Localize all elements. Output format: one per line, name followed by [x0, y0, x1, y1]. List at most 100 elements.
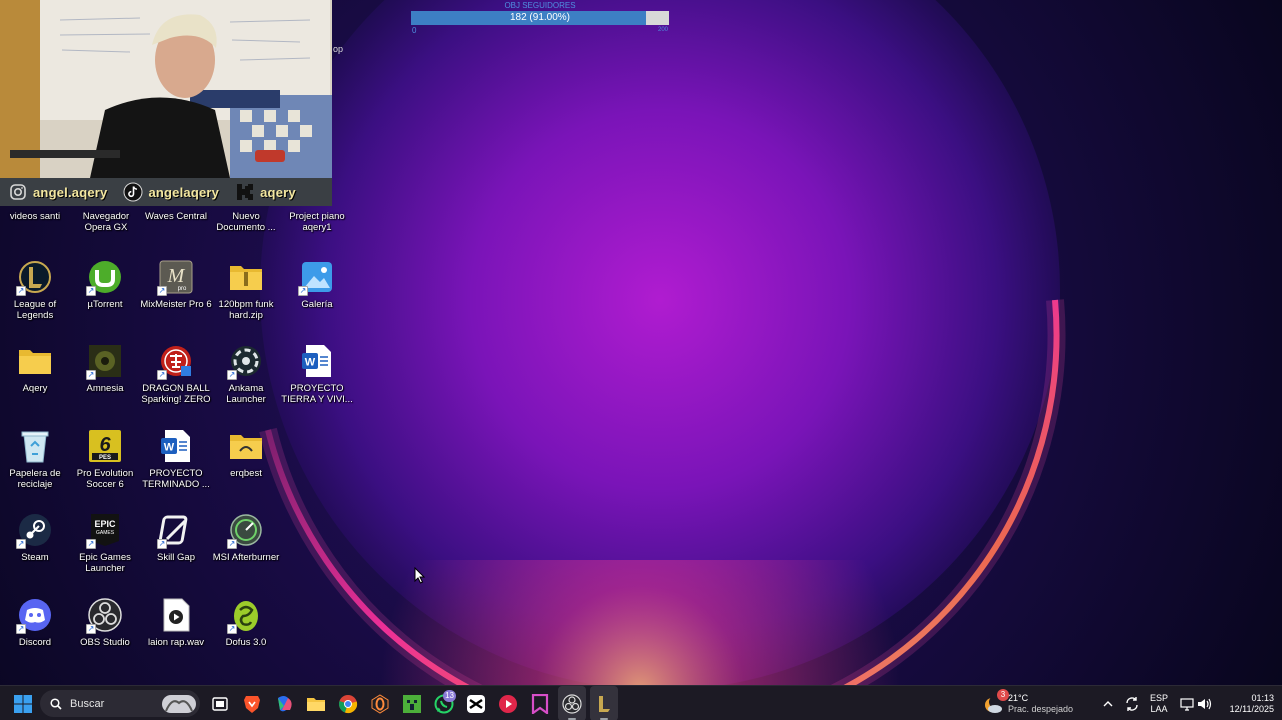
desktop-icon-videos-santi[interactable]: videos santi: [0, 211, 72, 222]
lang-primary: ESP: [1149, 692, 1168, 703]
kick-handle-text: aqery: [260, 184, 296, 200]
audio-file-icon: [158, 597, 194, 633]
task-view-icon: [212, 696, 228, 711]
weather-temp: 21°C: [1008, 692, 1029, 703]
desktop-icon-nuevo-documento[interactable]: Nuevo Documento ...: [209, 211, 283, 233]
brave-icon: [244, 695, 260, 713]
start-button[interactable]: [8, 686, 38, 720]
goal-progress-bar: 182 (91.00%): [411, 11, 669, 25]
taskbar-brave[interactable]: [238, 686, 266, 720]
taskbar-search-box[interactable]: Buscar: [40, 690, 200, 717]
desktop-icon-utorrent[interactable]: ↗ µTorrent: [70, 259, 140, 310]
instagram-handle-text: angel.aqery: [33, 184, 108, 200]
follower-goal-widget: OBJ SEGUIDORES 182 (91.00%) 0 200: [410, 0, 670, 36]
taskbar: Buscar 13 3 21°C Prac. despejado ESP LAA…: [0, 685, 1282, 720]
desktop-icon-erqbest[interactable]: erqbest: [211, 428, 281, 479]
desktop-icon-league-of-legends[interactable]: ↗ League of Legends: [0, 259, 70, 321]
taskbar-onenote[interactable]: [526, 686, 554, 720]
search-icon: [50, 697, 62, 710]
webcam-feed: [0, 0, 332, 178]
league-of-legends-icon: ↗: [16, 259, 53, 296]
desktop-icon-dofus[interactable]: ↗ Dofus 3.0: [211, 597, 281, 648]
capcut-icon: [467, 694, 485, 713]
desktop-icon-project-piano[interactable]: Project piano aqery1: [280, 211, 354, 233]
word-glyph: W: [164, 442, 175, 454]
file-explorer-icon: [307, 697, 325, 711]
kick-icon: [235, 182, 255, 202]
desktop-icon-amnesia[interactable]: ↗ Amnesia: [70, 343, 140, 394]
taskbar-league-of-legends[interactable]: [590, 686, 618, 720]
dofus-icon: ↗: [227, 597, 264, 634]
desktop-icon-obs-studio[interactable]: ↗ OBS Studio: [70, 597, 140, 648]
desktop-icon-dragon-ball[interactable]: ↗ DRAGON BALL Sparking! ZERO: [141, 343, 211, 405]
mouse-cursor-icon: [414, 567, 426, 584]
amnesia-icon: ↗: [86, 343, 123, 380]
windows-logo-icon: [14, 694, 32, 713]
epic-glyph: EPIC: [94, 519, 116, 529]
mixmeister-glyph: M: [167, 265, 186, 287]
weather-desc: Prac. despejado: [1008, 703, 1074, 714]
taskbar-copilot[interactable]: [270, 686, 298, 720]
taskbar-chrome[interactable]: [334, 686, 362, 720]
input-language-button[interactable]: ESP LAA: [1146, 686, 1172, 720]
desktop-icon-msi-afterburner[interactable]: ↗ MSI Afterburner: [211, 512, 281, 563]
recycle-bin-icon: [17, 428, 53, 464]
folder-icon: [228, 428, 264, 464]
tiktok-handle-text: angelaqery: [148, 184, 220, 200]
taskbar-file-explorer[interactable]: [302, 686, 330, 720]
show-hidden-icons-button[interactable]: [1099, 686, 1117, 720]
desktop-icon-waves-central[interactable]: Waves Central: [139, 211, 213, 222]
desktop-icon-galeria[interactable]: ↗ Galería: [282, 259, 352, 310]
pes6-icon: 6 PES: [87, 428, 123, 464]
desktop-icon-proyecto-terminado[interactable]: W PROYECTO TERMINADO ...: [141, 428, 211, 490]
utorrent-icon: ↗: [86, 259, 123, 296]
discord-icon: ↗: [16, 597, 53, 634]
taskbar-minecraft[interactable]: [398, 686, 426, 720]
mixmeister-sub-glyph: pro: [178, 286, 187, 292]
goal-max-label: 200: [657, 27, 668, 33]
taskbar-capcut[interactable]: [462, 686, 490, 720]
bookmark-app-icon: [531, 693, 549, 714]
kick-handle: aqery: [235, 182, 296, 202]
weather-widget[interactable]: 3 21°C Prac. despejado: [982, 686, 1082, 720]
tray-sync-button[interactable]: [1122, 686, 1142, 720]
steam-icon: ↗: [16, 512, 53, 549]
desktop-icon-opera-gx[interactable]: Navegador Opera GX: [69, 211, 143, 233]
instagram-handle: angel.aqery: [8, 182, 107, 202]
desktop-icon-recycle-bin[interactable]: Papelera de reciclaje: [0, 428, 70, 490]
skill-gap-icon: ↗: [157, 512, 194, 549]
volume-button[interactable]: [1196, 686, 1214, 720]
word-document-icon: W: [158, 428, 194, 464]
network-button[interactable]: [1178, 686, 1196, 720]
clock-date: 12/11/2025: [1229, 703, 1274, 714]
desktop-icon-steam[interactable]: ↗ Steam: [0, 512, 70, 563]
desktop-icon-skill-gap[interactable]: ↗ Skill Gap: [141, 512, 211, 563]
epic-sub-glyph: GAMES: [96, 530, 115, 536]
msi-afterburner-icon: ↗: [227, 512, 264, 549]
desktop-icon-ankama[interactable]: ↗ Ankama Launcher: [211, 343, 281, 405]
copilot-icon: [278, 695, 292, 711]
taskbar-obs-studio[interactable]: [558, 686, 586, 720]
taskbar-whatsapp[interactable]: 13: [430, 686, 458, 720]
taskbar-media-player[interactable]: [494, 686, 522, 720]
chrome-icon: [338, 694, 358, 713]
desktop-icon-laion-rap[interactable]: laion rap.wav: [141, 597, 211, 648]
clock-button[interactable]: 01:13 12/11/2025: [1218, 686, 1274, 720]
desktop-icon-pes6[interactable]: 6 PES Pro Evolution Soccer 6: [70, 428, 140, 490]
goal-progress-text: 182 (91.00%): [509, 12, 571, 23]
taskbar-opera-gx[interactable]: [366, 686, 394, 720]
goal-min-label: 0: [412, 26, 417, 35]
word-glyph: W: [305, 357, 316, 369]
tiktok-handle: angelaqery: [123, 182, 219, 202]
clock-time: 01:13: [1251, 692, 1274, 703]
desktop-icon-120bpm-zip[interactable]: 120bpm funk hard.zip: [211, 259, 281, 321]
task-view-button[interactable]: [206, 686, 234, 720]
folder-icon: [17, 343, 53, 379]
pes6-glyph: 6: [99, 434, 111, 456]
desktop-icon-discord[interactable]: ↗ Discord: [0, 597, 70, 648]
desktop-icon-aqery-folder[interactable]: Aqery: [0, 343, 70, 394]
desktop-icon-epic-games[interactable]: EPIC GAMES ↗ Epic Games Launcher: [70, 512, 140, 574]
desktop-icon-proyecto-tierra[interactable]: W PROYECTO TIERRA Y VIVI...: [281, 343, 353, 405]
speaker-icon: [1198, 698, 1212, 709]
desktop-icon-mixmeister[interactable]: Mpro ↗ MixMeister Pro 6: [140, 259, 212, 310]
